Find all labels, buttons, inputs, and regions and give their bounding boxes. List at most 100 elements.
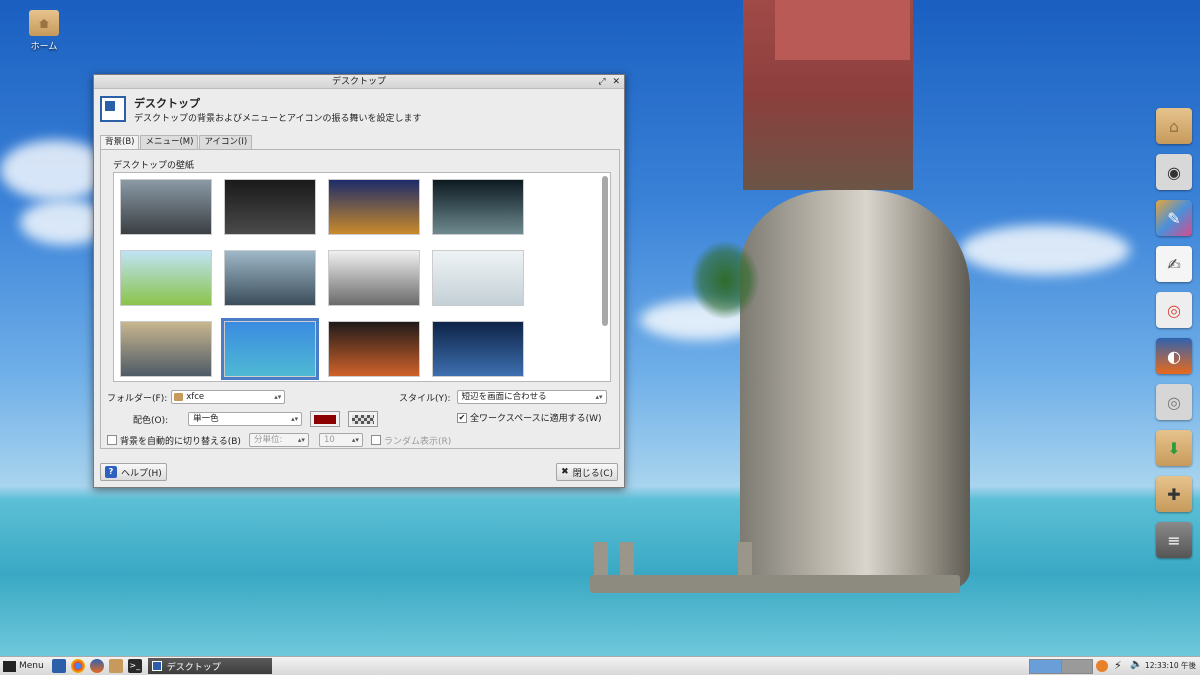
text-editor-icon: ✍ <box>1167 254 1181 274</box>
dock-paint[interactable]: ✎ <box>1156 200 1192 236</box>
color-style-value: 単一色 <box>193 414 219 424</box>
style-label: スタイル(Y): <box>399 393 451 404</box>
taskbar-task-desktop[interactable]: デスクトップ <box>147 658 272 674</box>
tab-menus[interactable]: メニュー(M) <box>140 135 199 149</box>
wallpaper-thumb-stadium-night[interactable] <box>328 321 420 377</box>
combo-arrow-icon: ▴▾ <box>595 393 603 401</box>
background-tab-panel: デスクトップの壁紙 フォルダー(F): xfce ▴▾ スタイル(Y): 短辺を… <box>100 149 620 449</box>
help-label: ヘルプ(H) <box>121 468 162 479</box>
color-label: 配色(O): <box>133 415 169 426</box>
desktop-icon-label: ホーム <box>30 42 58 52</box>
launcher-terminal-icon[interactable]: >_ <box>127 659 142 673</box>
window-title: デスクトップ <box>331 77 386 87</box>
random-checkbox[interactable] <box>370 435 381 445</box>
firefox-icon: ◐ <box>1167 346 1181 366</box>
interval-unit-combo[interactable]: 分単位: ▴▾ <box>248 433 309 447</box>
apply-all-checkbox[interactable]: ✔ <box>457 412 467 423</box>
menu-button[interactable]: Menu <box>3 660 44 672</box>
window-titlebar[interactable]: デスクトップ ⤢ ✕ <box>94 75 624 89</box>
workspace-1[interactable] <box>1030 660 1062 673</box>
wallpaper-thumb-brandenburg-gate[interactable] <box>328 179 420 235</box>
folder-label: フォルダー(F): <box>107 393 168 404</box>
close-icon[interactable]: ✕ <box>612 77 620 87</box>
close-button[interactable]: ✖ 閉じる(C) <box>556 463 618 481</box>
folder-value: xfce <box>186 392 205 402</box>
wallpaper-palm <box>690 240 760 320</box>
interval-spinner[interactable]: 10 ▴▾ <box>318 433 363 447</box>
desktop-icon-home[interactable]: ホーム <box>24 10 64 52</box>
gallery-scrollbar[interactable] <box>602 176 608 326</box>
wallpaper-thumb-cube[interactable] <box>224 179 316 235</box>
wallpaper-thumb-car[interactable] <box>120 179 212 235</box>
wallpaper-thumb-lake-mountains[interactable] <box>224 250 316 306</box>
primary-color-button[interactable] <box>310 411 341 427</box>
combo-arrow-icon: ▴▾ <box>297 436 305 444</box>
update-notifier-icon[interactable] <box>1096 660 1108 672</box>
desktop-settings-dialog: デスクトップ ⤢ ✕ デスクトップ デスクトップの背景およびメニューとアイコンの… <box>93 74 625 488</box>
mixer-icon: ≡ <box>1167 530 1181 550</box>
wallpaper-rock <box>740 190 970 590</box>
wallpaper-gallery <box>113 172 611 382</box>
dock-text-editor[interactable]: ✍ <box>1156 246 1192 282</box>
checker-pattern-icon <box>352 414 375 424</box>
launcher-desktop-icon[interactable] <box>51 659 66 673</box>
maximize-icon[interactable]: ⤢ <box>598 77 605 87</box>
combo-arrow-icon: ▴▾ <box>291 415 299 423</box>
dock-home-folder[interactable]: ⌂ <box>1156 108 1192 144</box>
dock-package-add[interactable]: ✚ <box>1156 476 1192 512</box>
menu-logo-icon <box>3 660 16 672</box>
dock-camera[interactable]: ◉ <box>1156 154 1192 190</box>
menu-label: Menu <box>19 661 44 671</box>
chrome-icon: ◎ <box>1167 300 1181 320</box>
wallpaper-thumb-statue-of-liberty[interactable] <box>328 250 420 306</box>
volume-icon[interactable]: 🔈 <box>1130 659 1142 670</box>
wallpaper-thumb-bird[interactable] <box>432 250 524 306</box>
color-style-combo[interactable]: 単一色 ▴▾ <box>188 412 303 426</box>
style-combo[interactable]: 短辺を画面に合わせる ▴▾ <box>456 390 607 404</box>
network-icon[interactable]: ⚡ <box>1114 659 1122 672</box>
help-icon: ? <box>105 466 117 478</box>
dock-chrome[interactable]: ◎ <box>1156 292 1192 328</box>
workspace-pager[interactable] <box>1029 659 1093 674</box>
wallpaper-thumb-city-night[interactable] <box>432 321 524 377</box>
interval-value: 10 <box>323 435 335 445</box>
task-desktop-icon <box>151 661 162 671</box>
dock-firefox[interactable]: ◐ <box>1156 338 1192 374</box>
folder-combo[interactable]: xfce ▴▾ <box>171 390 286 404</box>
launcher-files-icon[interactable] <box>108 659 123 673</box>
paint-icon: ✎ <box>1167 208 1181 228</box>
launcher-firefox-icon[interactable] <box>89 659 104 673</box>
wallpaper-cloud <box>960 225 1130 275</box>
clock[interactable]: 12:33:10 午後 <box>1145 660 1196 671</box>
tab-icons[interactable]: アイコン(I) <box>199 135 253 149</box>
dialog-title: デスクトップ <box>134 96 200 110</box>
wallpaper-thumb-boats-sunset[interactable] <box>120 321 212 377</box>
style-value: 短辺を画面に合わせる <box>461 392 547 402</box>
interval-unit-value: 分単位: <box>253 435 283 445</box>
auto-change-checkbox[interactable] <box>107 435 117 445</box>
wallpaper-thumb-island-rock[interactable] <box>221 318 319 380</box>
primary-color-swatch <box>314 414 337 424</box>
random-label: ランダム表示(R) <box>383 436 452 447</box>
launcher-chrome-icon[interactable] <box>70 659 85 673</box>
dock-package-install[interactable]: ⬇ <box>1156 430 1192 466</box>
help-button[interactable]: ? ヘルプ(H) <box>100 463 167 481</box>
dock-mixer[interactable]: ≡ <box>1156 522 1192 558</box>
workspace-2[interactable] <box>1061 660 1092 673</box>
dock: ⌂ ◉ ✎ ✍ ◎ ◐ ◎ ⬇ ✚ ≡ <box>1156 108 1196 568</box>
wallpaper-thumb-portal[interactable] <box>432 179 524 235</box>
secondary-color-button[interactable] <box>348 411 379 427</box>
tab-bar: 背景(B) メニュー(M) アイコン(I) <box>100 135 253 149</box>
wallpaper-section-label: デスクトップの壁紙 <box>113 161 195 171</box>
close-x-icon: ✖ <box>561 467 569 477</box>
wallpaper-thumb-flowers[interactable] <box>120 250 212 306</box>
taskbar: Menu >_ デスクトップ ⚡ 🔈 12:33:10 午後 <box>0 656 1200 675</box>
task-label: デスクトップ <box>166 662 221 673</box>
camera-icon: ◉ <box>1167 162 1181 182</box>
tab-background[interactable]: 背景(B) <box>100 135 140 149</box>
disc-icon: ◎ <box>1167 392 1181 412</box>
auto-change-label: 背景を自動的に切り替える(B) <box>120 436 241 447</box>
folder-home-icon <box>29 10 59 36</box>
spinner-arrow-icon: ▴▾ <box>351 436 359 444</box>
dock-disc[interactable]: ◎ <box>1156 384 1192 420</box>
